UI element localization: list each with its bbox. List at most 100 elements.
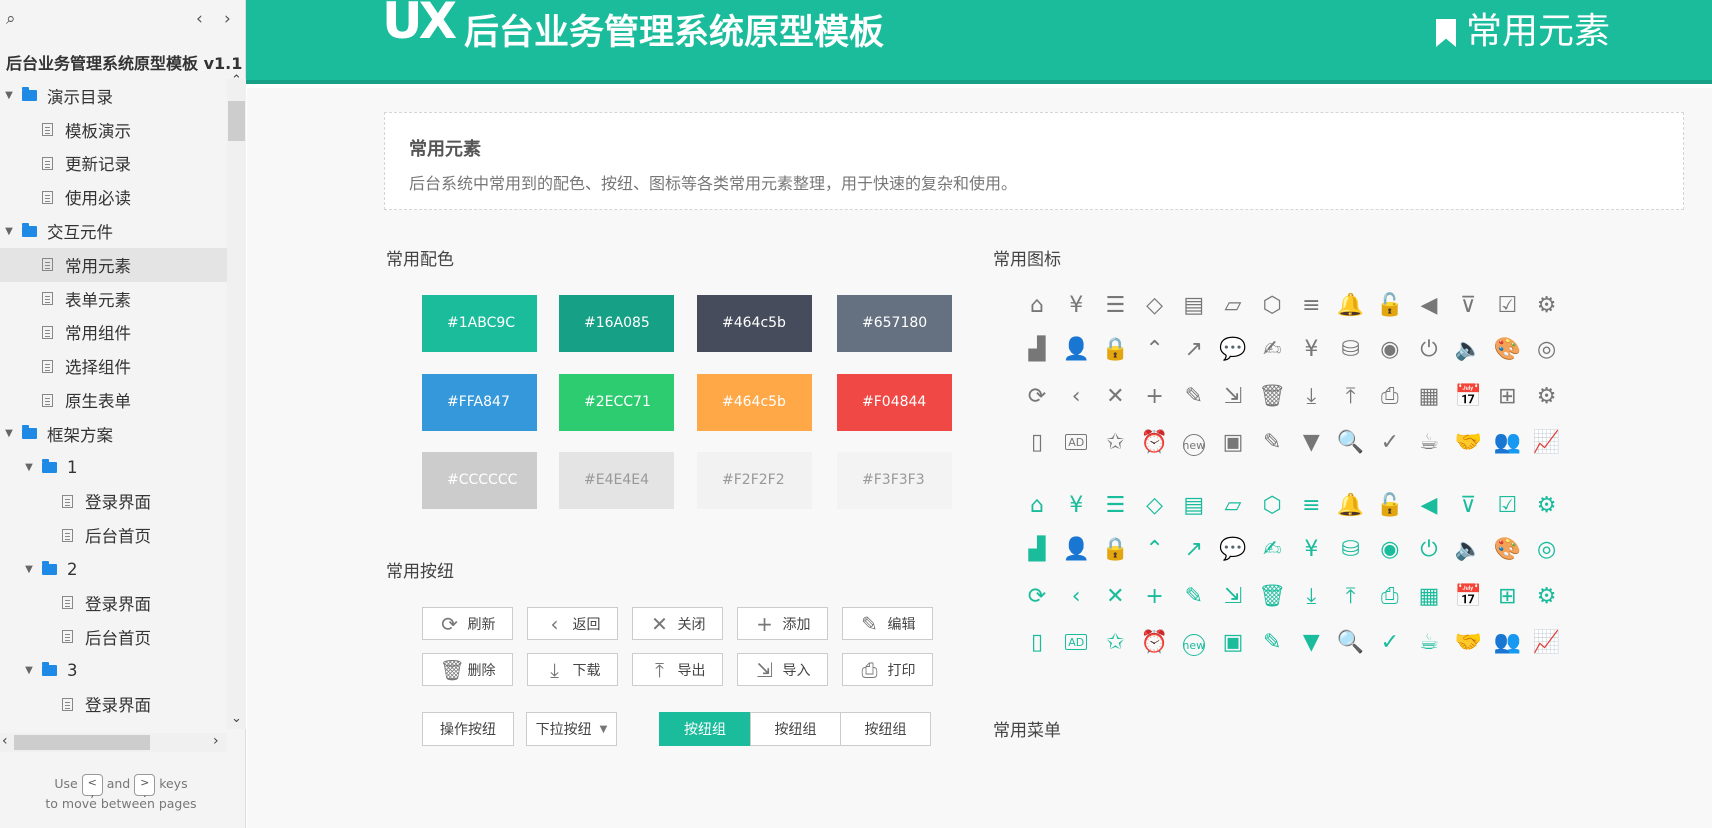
intro-title: 常用元素	[409, 139, 481, 160]
close-icon: ✕	[1106, 383, 1125, 409]
scroll-down-icon[interactable]: ⌄	[231, 711, 242, 726]
cube-icon: ⬡	[1262, 492, 1282, 518]
button-label: 导出	[677, 662, 706, 679]
action-button[interactable]: 操作按纽	[422, 712, 514, 746]
chevron-left-icon[interactable]: ‹	[196, 9, 203, 29]
tree-item-label: 演示目录	[47, 87, 113, 107]
tree-folder[interactable]: ▼ 交互元件	[0, 214, 227, 248]
button-label: 刷新	[467, 616, 496, 633]
page-icon	[42, 156, 53, 170]
tree-item-label: 后台首页	[85, 726, 151, 729]
tree-page[interactable]: 登录界面	[0, 687, 227, 721]
expand-triangle-icon[interactable]: ▼	[4, 226, 14, 237]
export-button[interactable]: ⤒ 导出	[632, 653, 723, 686]
printer-icon: ⎙	[1380, 383, 1399, 409]
tree-page[interactable]: 常用元素	[0, 247, 227, 282]
palette-icon: 🎨	[1493, 536, 1522, 562]
tree-folder[interactable]: ▼ 3	[0, 654, 227, 688]
scroll-up-icon[interactable]: ⌃	[231, 73, 242, 88]
grid-icon: ▦	[1418, 583, 1440, 609]
dropdown-button[interactable]: 下拉按纽 ▼	[526, 712, 617, 746]
button-label: 关闭	[677, 616, 706, 633]
back-button[interactable]: ‹ 返回	[527, 607, 618, 640]
clipboard-icon: ▤	[1183, 492, 1205, 518]
scroll-left-icon[interactable]: ‹	[2, 733, 8, 749]
tree-page[interactable]: 选择组件	[0, 349, 227, 383]
scrollbar-thumb[interactable]	[228, 101, 245, 141]
sidebar-toolbar: ⌕ ‹ ›	[0, 0, 245, 38]
yen-icon: ¥	[1304, 336, 1319, 362]
tree-folder[interactable]: ▼ 1	[0, 451, 227, 485]
delete-icon: 🗑	[439, 657, 465, 682]
coffee-icon: ☕	[1419, 629, 1439, 655]
horizontal-scrollbar[interactable]: ‹ ›	[0, 733, 227, 752]
caret-down-icon: ▼	[1302, 629, 1320, 655]
download-button[interactable]: ⤓ 下载	[527, 653, 618, 686]
tree-page[interactable]: 后台首页	[0, 721, 227, 729]
edit-icon: ✎	[1184, 583, 1204, 609]
search-icon[interactable]: ⌕	[6, 9, 16, 29]
triangle-left-icon: ◀	[1420, 292, 1438, 318]
tree-page[interactable]: 原生表单	[0, 383, 227, 417]
expand-triangle-icon[interactable]: ▼	[4, 428, 14, 439]
tag-icon: ◇	[1146, 292, 1164, 318]
star-circle-icon: ✩	[1106, 429, 1125, 455]
tree-folder[interactable]: ▼ 框架方案	[0, 417, 227, 451]
chevron-left-icon: ‹	[1071, 583, 1081, 609]
tree-page[interactable]: 模板演示	[0, 113, 227, 147]
page-icon	[62, 630, 73, 644]
upload-icon: ⤒	[1345, 583, 1356, 609]
new-icon: new	[1182, 434, 1205, 456]
expand-triangle-icon[interactable]: ▼	[24, 564, 34, 575]
power-icon: ⏻	[1420, 336, 1438, 362]
close-button[interactable]: ✕ 关闭	[632, 607, 723, 640]
delete-button[interactable]: 🗑 删除	[422, 653, 513, 686]
handshake-icon: 🤝	[1454, 429, 1482, 455]
volume-icon: 🔈	[1454, 336, 1482, 362]
user-outline-icon: ◎	[1536, 336, 1557, 362]
tree-page[interactable]: 使用必读	[0, 180, 227, 214]
bell-icon: 🔔	[1336, 492, 1365, 518]
tree-item-label: 2	[67, 559, 78, 579]
tree-folder[interactable]: ▼ 演示目录	[0, 79, 227, 113]
button-group-item-3[interactable]: 按纽组	[840, 712, 931, 746]
scrollbar-thumb[interactable]	[14, 735, 150, 750]
expand-triangle-icon[interactable]: ▼	[4, 90, 14, 101]
plus-square-icon: ⊞	[1498, 383, 1517, 409]
bookmark-icon	[1436, 19, 1456, 47]
tree-page[interactable]: 表单元素	[0, 282, 227, 316]
tree-page[interactable]: 登录界面	[0, 586, 227, 620]
expand-triangle-icon[interactable]: ▼	[24, 665, 34, 676]
comment-icon: 💬	[1219, 536, 1247, 562]
add-button[interactable]: + 添加	[737, 607, 828, 640]
download-icon: ⤓	[550, 657, 559, 682]
import-button[interactable]: ⇲ 导入	[737, 653, 828, 686]
tree-item-label: 更新记录	[65, 155, 131, 175]
tag-icon: ◇	[1146, 492, 1164, 518]
tree-page[interactable]: 后台首页	[0, 620, 227, 654]
print-button[interactable]: ⎙ 打印	[842, 653, 933, 686]
trash-icon: 🗑	[1258, 383, 1287, 409]
trend-icon: ↗	[1184, 336, 1204, 362]
tree-page[interactable]: 更新记录	[0, 147, 227, 181]
plus-square-icon: ⊞	[1498, 583, 1517, 609]
scroll-right-icon[interactable]: ›	[213, 733, 219, 749]
intro-description: 后台系统中常用到的配色、按纽、图标等各类常用元素整理，用于快速的复杂和使用。	[409, 174, 1018, 193]
refresh-button[interactable]: ⟳ 刷新	[422, 607, 513, 640]
tree-page[interactable]: 登录界面	[0, 485, 227, 519]
search-icon: 🔍	[1336, 429, 1365, 455]
vertical-scrollbar[interactable]: ⌃ ⌄	[227, 73, 246, 729]
tree-item-label: 1	[67, 458, 78, 478]
color-swatch: #FFA847	[422, 374, 537, 431]
folder-icon	[42, 560, 57, 575]
button-group-item-2[interactable]: 按纽组	[750, 712, 841, 746]
button-group-item-1[interactable]: 按纽组	[659, 712, 751, 746]
import-icon: ⇲	[756, 657, 773, 682]
tree-page[interactable]: 后台首页	[0, 518, 227, 552]
chevron-right-icon[interactable]: ›	[224, 9, 231, 29]
tree-page[interactable]: 常用组件	[0, 316, 227, 350]
expand-triangle-icon[interactable]: ▼	[24, 462, 34, 473]
coin-hand-icon: ¥	[1069, 292, 1084, 318]
edit-button[interactable]: ✎ 编辑	[842, 607, 933, 640]
tree-folder[interactable]: ▼ 2	[0, 552, 227, 586]
